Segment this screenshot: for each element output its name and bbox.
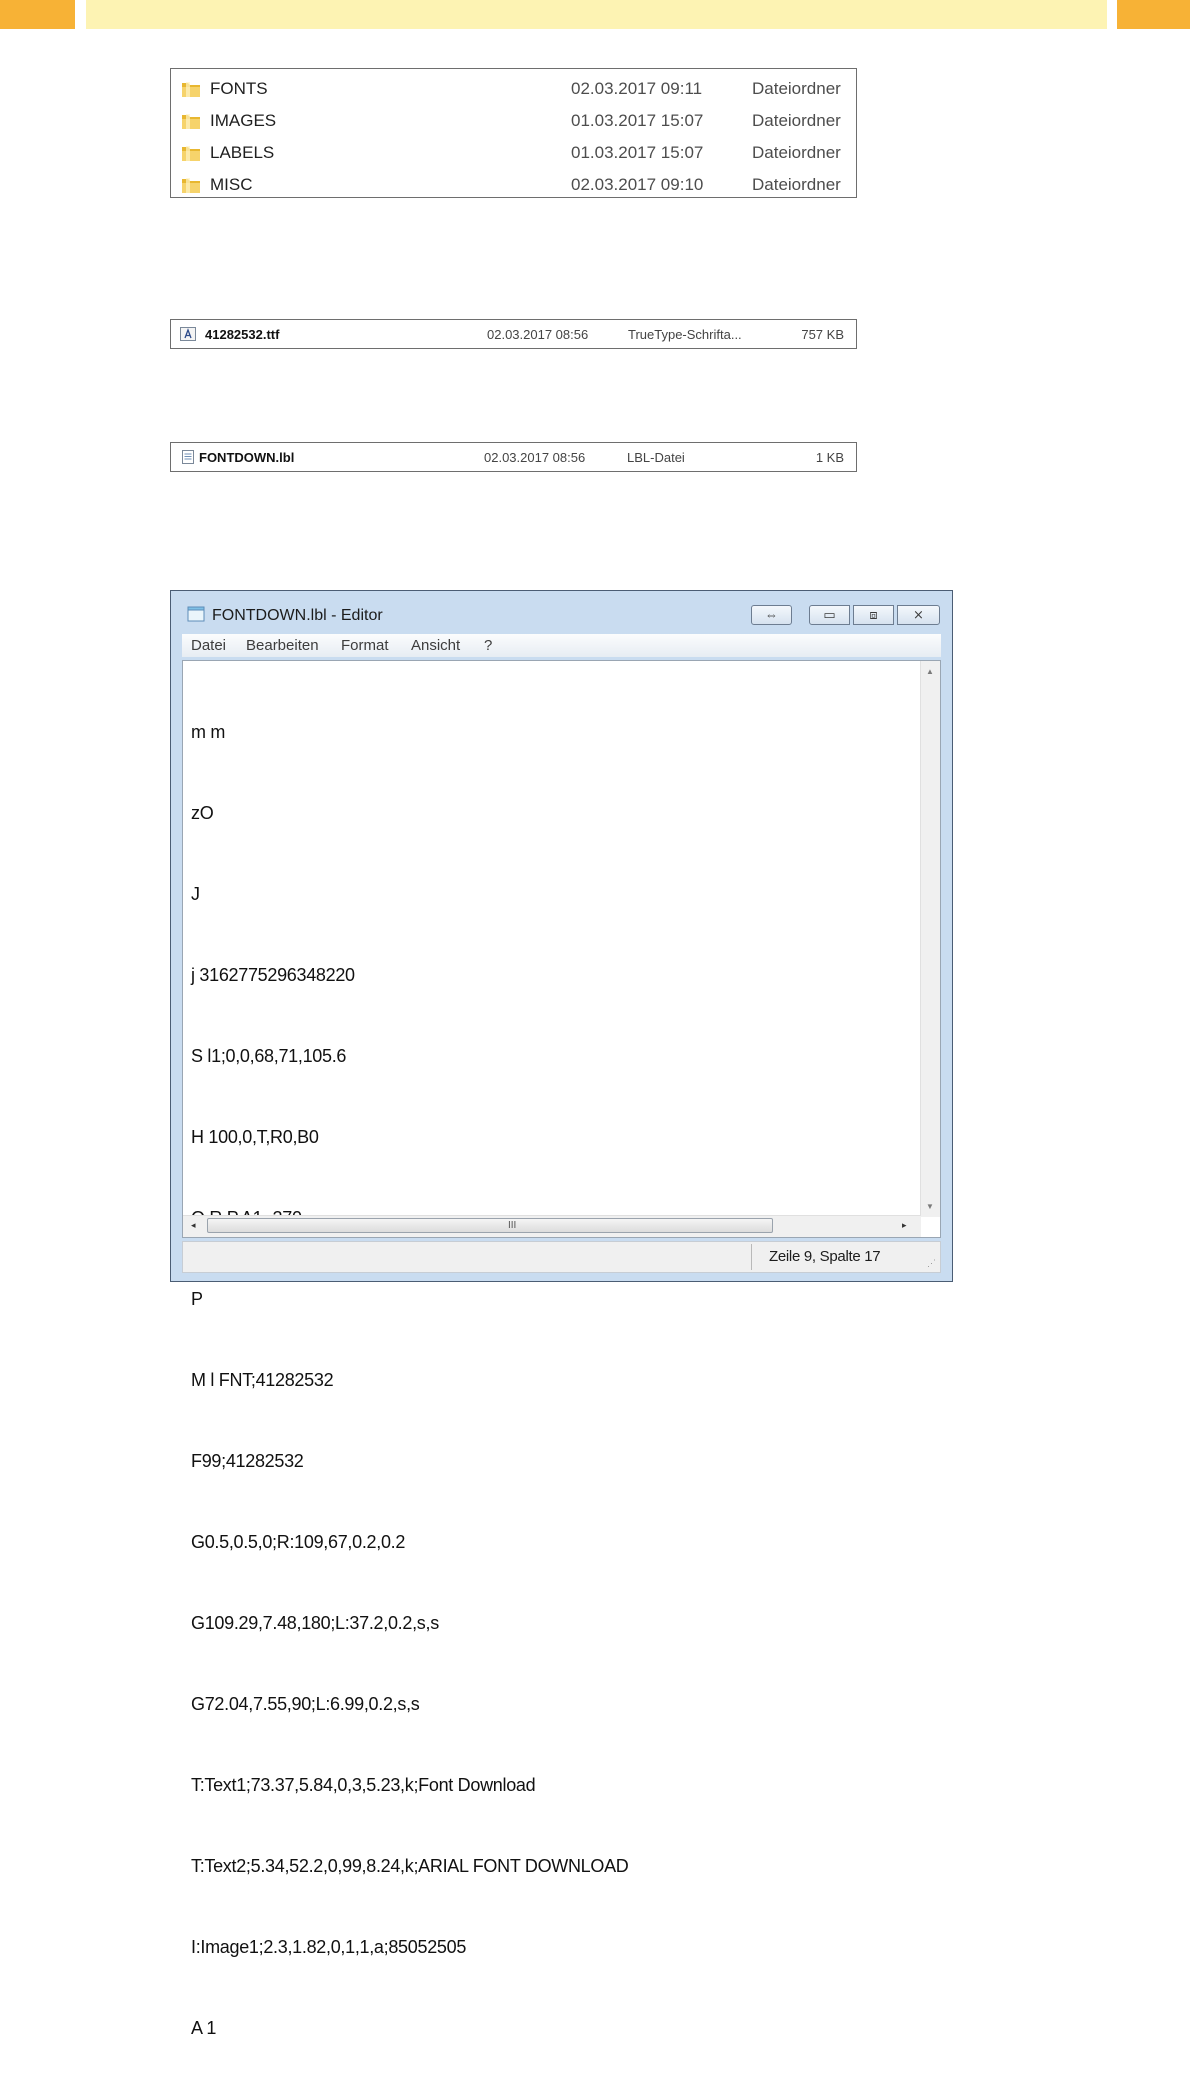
font-file-row[interactable]: 41282532.ttf 02.03.2017 08:56 TrueType-S… [170,319,857,349]
banner-strip [86,0,1107,29]
menu-ansicht[interactable]: Ansicht [411,637,460,654]
label-file-type: LBL-Datei [627,450,685,465]
banner-accent-left [0,0,75,29]
minimize-icon: ▭ [823,607,836,622]
editor-window: FONTDOWN.lbl - Editor ⇔ ▭ ⧈ ⨯ Datei Bear… [170,590,953,2038]
folder-name: FONTS [210,79,268,98]
top-banner [0,0,1190,29]
editor-content[interactable]: m m zO J j 3162775296348220 S l1;0,0,68,… [191,665,629,2096]
folder-type: Dateiordner [752,143,841,162]
font-file-type: TrueType-Schrifta... [628,327,742,342]
menu-bearbeiten[interactable]: Bearbeiten [246,637,319,654]
folder-date: 01.03.2017 15:07 [571,111,704,130]
folder-row[interactable]: FONTS 02.03.2017 09:11 Dateiordner [171,73,856,105]
resize-arrows-icon: ⇔ [765,607,778,622]
folder-name: IMAGES [210,111,277,130]
editor-line: J [191,884,200,904]
maximize-icon: ⧈ [869,607,878,622]
label-file-row[interactable]: FONTDOWN.lbl 02.03.2017 08:56 LBL-Datei … [170,442,857,472]
menu-datei[interactable]: Datei [191,637,226,654]
label-file-name: FONTDOWN.lbl [199,450,295,465]
menu-help[interactable]: ? [484,637,492,654]
label-file-date: 02.03.2017 08:56 [484,450,586,465]
text-area[interactable]: m m zO J j 3162775296348220 S l1;0,0,68,… [182,660,941,2038]
vertical-scrollbar[interactable]: ▲ ▼ [920,661,940,1217]
editor-line: G0.5,0.5,0;R:109,67,0.2,0.2 [191,1532,406,1552]
folder-type: Dateiordner [752,111,841,130]
editor-line: G109.29,7.48,180;L:37.2,0.2,s,s [191,1613,439,1633]
editor-line: T:Text2;5.34,52.2,0,99,8.24,k;ARIAL FONT… [191,1856,629,1876]
status-separator [751,1244,752,1270]
folder-date: 02.03.2017 09:11 [571,79,703,98]
editor-line: M l FNT;41282532 [191,1370,334,1390]
horizontal-scroll-thumb[interactable]: III [207,1218,773,1233]
font-file-icon [180,327,196,341]
folder-date: 02.03.2017 09:10 [571,175,704,194]
cursor-position: Zeile 9, Spalte 17 [769,1248,881,1265]
maximize-button[interactable]: ⧈ [853,605,894,625]
editor-line: T:Text1;73.37,5.84,0,3,5.23,k;Font Downl… [191,1775,536,1795]
close-icon: ⨯ [913,607,924,622]
scroll-left-icon[interactable]: ◂ [191,1220,196,1231]
notepad-icon [187,606,205,622]
folder-icon [182,178,200,193]
label-file-size: 1 KB [815,450,844,465]
scroll-down-icon[interactable]: ▼ [926,1202,934,1211]
editor-line: G72.04,7.55,90;L:6.99,0.2,s,s [191,1694,420,1714]
close-button[interactable]: ⨯ [897,605,940,625]
folder-name: MISC [210,175,253,194]
folder-name: LABELS [210,143,275,162]
editor-line: S l1;0,0,68,71,105.6 [191,1046,347,1066]
folder-row[interactable]: MISC 02.03.2017 09:10 Dateiordner [171,169,856,201]
editor-line: zO [191,803,214,823]
menu-format[interactable]: Format [341,637,389,654]
grip-icon: III [508,1220,517,1231]
folder-icon [182,114,200,129]
scroll-right-icon[interactable]: ▸ [902,1220,907,1231]
menu-bar: Datei Bearbeiten Format Ansicht ? [182,634,941,657]
folder-list: FONTS 02.03.2017 09:11 Dateiordner IMAGE… [170,68,857,198]
editor-line: H 100,0,T,R0,B0 [191,1127,319,1147]
font-file-name: 41282532.ttf [205,327,280,342]
editor-line: j 3162775296348220 [191,965,355,985]
folder-type: Dateiordner [752,79,841,98]
text-file-icon [182,450,194,464]
folder-row[interactable]: LABELS 01.03.2017 15:07 Dateiordner [171,137,856,169]
editor-line: P [191,1289,203,1309]
folder-row[interactable]: IMAGES 01.03.2017 15:07 Dateiordner [171,105,856,137]
minimize-button[interactable]: ▭ [809,605,850,625]
window-title: FONTDOWN.lbl - Editor [212,607,383,624]
font-file-date: 02.03.2017 08:56 [487,327,589,342]
aero-snap-button[interactable]: ⇔ [751,605,792,625]
status-bar: Zeile 9, Spalte 17 ⋰ [182,1241,941,1273]
editor-line: m m [191,722,226,742]
editor-line: F99;41282532 [191,1451,304,1471]
font-file-size: 757 KB [801,327,844,342]
banner-accent-right [1117,0,1190,29]
resize-grip-icon[interactable]: ⋰ [927,1258,936,1269]
editor-line: A 1 [191,2018,217,2038]
scroll-up-icon[interactable]: ▲ [926,667,934,676]
horizontal-scrollbar[interactable]: ◂ III ▸ [183,1215,921,1237]
editor-line: I:Image1;2.3,1.82,0,1,1,a;85052505 [191,1937,467,1957]
folder-icon [182,146,200,161]
title-bar[interactable]: FONTDOWN.lbl - Editor ⇔ ▭ ⧈ ⨯ [171,591,952,631]
folder-type: Dateiordner [752,175,841,194]
folder-date: 01.03.2017 15:07 [571,143,704,162]
folder-icon [182,82,200,97]
